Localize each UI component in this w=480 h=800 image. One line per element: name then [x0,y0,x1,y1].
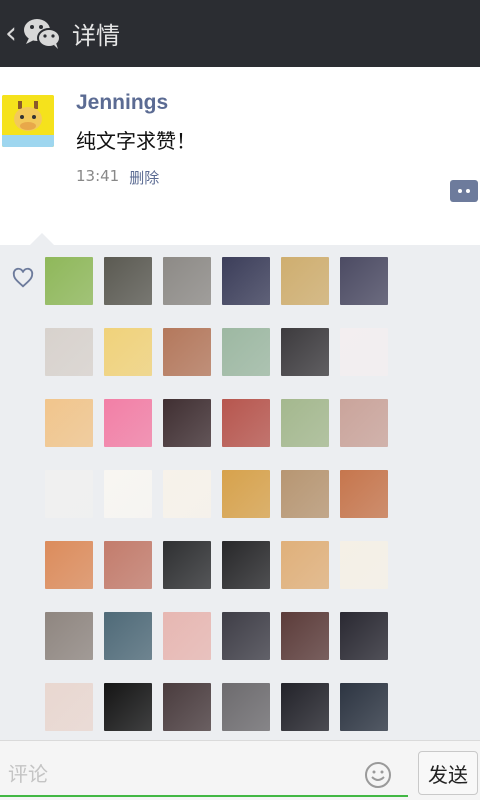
liker-avatar[interactable] [45,328,93,376]
send-button[interactable]: 发送 [418,751,478,795]
liker-avatar[interactable] [281,470,329,518]
liker-avatar[interactable] [45,683,93,731]
liker-avatar[interactable] [163,612,211,660]
liker-avatar[interactable] [104,257,152,305]
liker-avatar[interactable] [222,541,270,589]
liker-avatar[interactable] [281,683,329,731]
liker-avatar[interactable] [340,257,388,305]
liker-avatar[interactable] [104,328,152,376]
panel-pointer [30,233,54,245]
liker-avatar[interactable] [340,328,388,376]
delete-link[interactable]: 删除 [129,167,159,188]
liker-avatar[interactable] [340,399,388,447]
liker-avatar[interactable] [281,612,329,660]
liker-avatar[interactable] [222,612,270,660]
liker-avatar[interactable] [281,541,329,589]
liker-avatar[interactable] [45,399,93,447]
liker-avatar[interactable] [222,470,270,518]
liker-avatar[interactable] [222,683,270,731]
liker-avatar[interactable] [163,399,211,447]
liker-avatar[interactable] [104,541,152,589]
post-text: 纯文字求赞！ [76,129,196,153]
liker-avatar-grid [45,257,388,731]
giraffe-avatar-icon[interactable] [2,95,54,147]
liker-avatar[interactable] [340,612,388,660]
top-bar: ‹ 详情 [0,0,480,67]
liker-avatar[interactable] [104,470,152,518]
moment-post: Jennings 纯文字求赞！ 13:41 删除 [0,67,480,245]
liker-avatar[interactable] [163,328,211,376]
liker-avatar[interactable] [222,328,270,376]
liker-avatar[interactable] [281,257,329,305]
liker-avatar[interactable] [45,470,93,518]
comment-dots-icon[interactable] [450,180,478,202]
wechat-icon [22,12,66,56]
author-name[interactable]: Jennings [76,91,168,115]
back-button[interactable]: ‹ [0,0,22,67]
liker-avatar[interactable] [45,257,93,305]
post-time: 13:41 [76,167,120,185]
smiley-icon[interactable] [364,761,392,789]
liker-avatar[interactable] [163,541,211,589]
liker-avatar[interactable] [340,470,388,518]
liker-avatar[interactable] [104,612,152,660]
comment-bar: 评论 发送 [0,740,480,800]
liker-avatar[interactable] [340,541,388,589]
liker-avatar[interactable] [163,257,211,305]
likes-panel [0,233,480,740]
liker-avatar[interactable] [163,683,211,731]
liker-avatar[interactable] [222,257,270,305]
liker-avatar[interactable] [45,612,93,660]
liker-avatar[interactable] [104,683,152,731]
liker-avatar[interactable] [281,328,329,376]
comment-input[interactable]: 评论 [0,749,408,797]
page-title: 详情 [72,22,120,50]
liker-avatar[interactable] [104,399,152,447]
liker-avatar[interactable] [281,399,329,447]
heart-icon [12,267,34,289]
liker-avatar[interactable] [45,541,93,589]
liker-avatar[interactable] [163,470,211,518]
liker-avatar[interactable] [340,683,388,731]
liker-avatar[interactable] [222,399,270,447]
post-meta: 13:41 删除 [76,167,159,188]
